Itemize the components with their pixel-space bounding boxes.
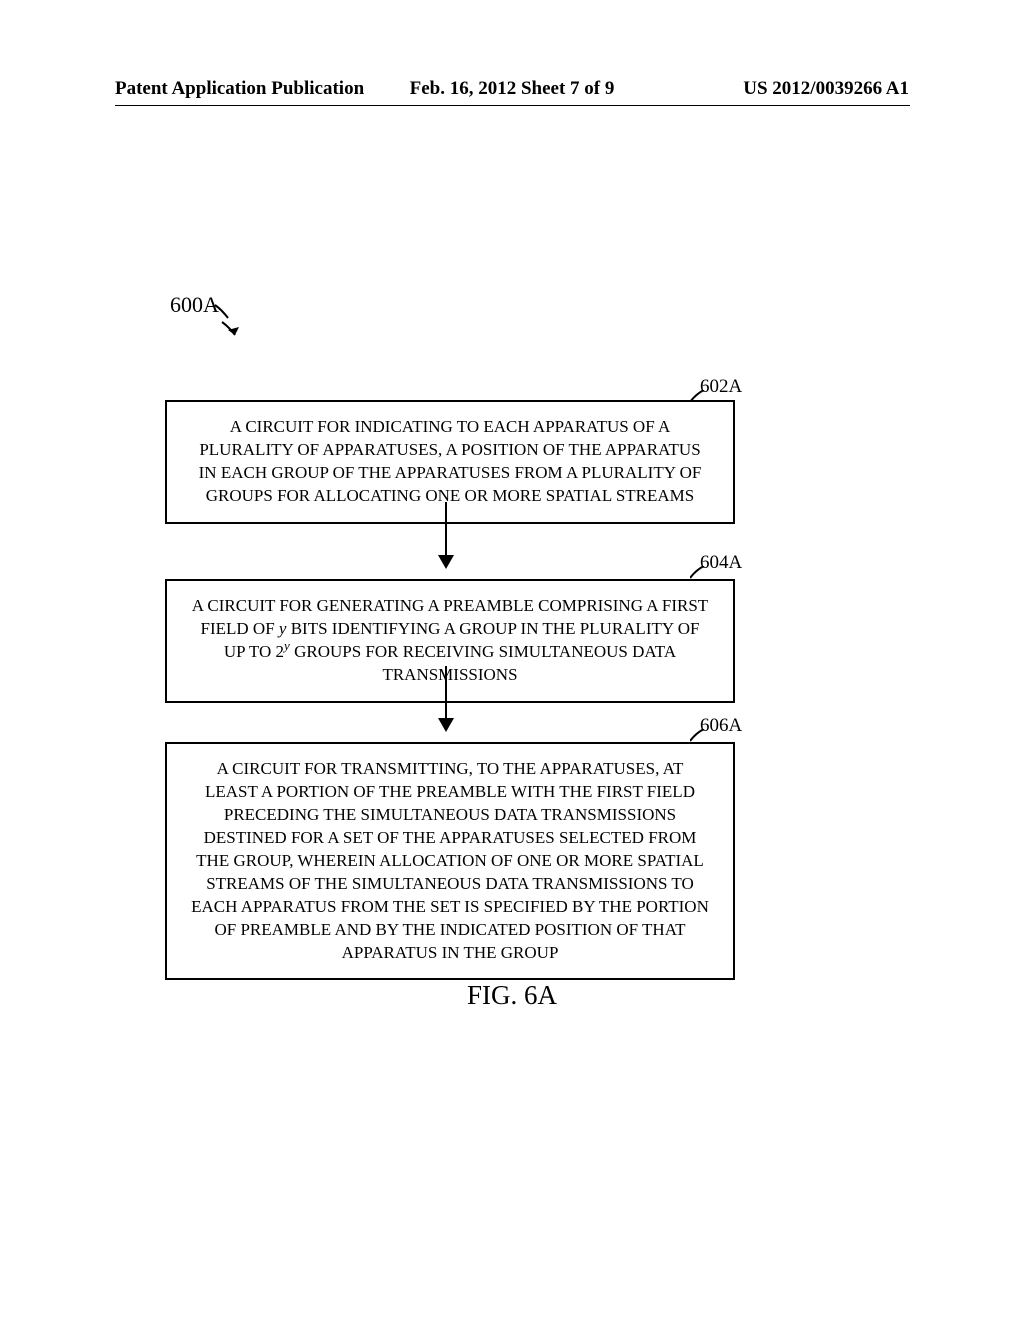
box-reference-label: 606A [700, 715, 742, 737]
flowchart-reference-arrow-icon [210, 300, 250, 340]
box-text-superscript-y: y [284, 638, 290, 653]
arrowhead-down-icon [438, 555, 454, 569]
box-text: A CIRCUIT FOR TRANSMITTING, TO THE APPAR… [191, 759, 709, 962]
flowchart-box-602: A CIRCUIT FOR INDICATING TO EACH APPARAT… [165, 400, 735, 524]
page-header: Patent Application Publication Feb. 16, … [0, 78, 1024, 100]
arrowhead-down-icon [438, 718, 454, 732]
figure-caption: FIG. 6A [0, 980, 1024, 1011]
box-text: A CIRCUIT FOR INDICATING TO EACH APPARAT… [199, 417, 702, 505]
connector-line [445, 502, 447, 562]
flowchart-box-606: A CIRCUIT FOR TRANSMITTING, TO THE APPAR… [165, 742, 735, 980]
box-reference-label: 602A [700, 376, 742, 398]
header-divider [115, 105, 910, 106]
connector-line [445, 666, 447, 726]
flowchart-box-604: A CIRCUIT FOR GENERATING A PREAMBLE COMP… [165, 579, 735, 703]
header-left-text: Patent Application Publication [115, 78, 380, 100]
box-text-part: GROUPS FOR RECEIVING SIMULTANEOUS DATA T… [290, 642, 676, 684]
header-right-text: US 2012/0039266 A1 [644, 78, 909, 100]
header-center-text: Feb. 16, 2012 Sheet 7 of 9 [380, 78, 645, 100]
box-reference-label: 604A [700, 552, 742, 574]
